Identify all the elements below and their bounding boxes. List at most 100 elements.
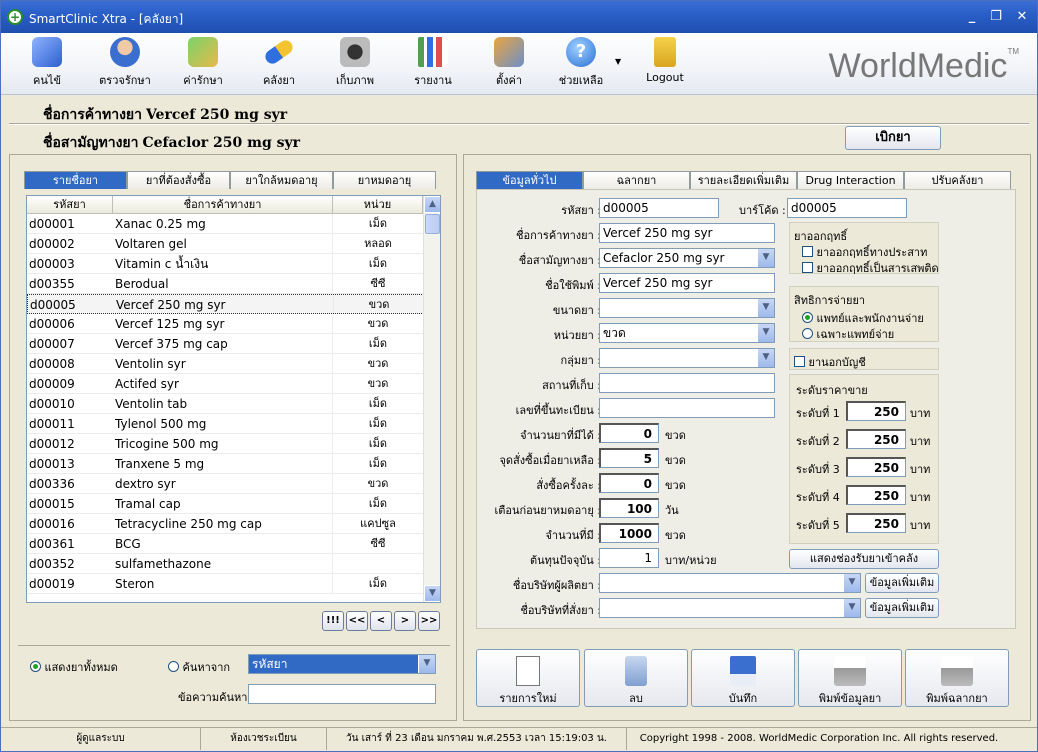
table-row[interactable]: d00012 Tricogine 500 mg เม็ด [27, 434, 440, 454]
cell-code: d00008 [29, 357, 75, 371]
toolbar-report-button[interactable]: รายงาน [401, 37, 465, 93]
registration-input[interactable] [599, 398, 775, 418]
reorder-input[interactable]: 5 [599, 448, 659, 468]
price-level-input[interactable]: 250 [846, 513, 906, 533]
search-text-input[interactable] [248, 684, 436, 704]
price-level-input[interactable]: 250 [846, 429, 906, 449]
chevron-down-icon[interactable]: ▼ [757, 324, 774, 342]
table-row[interactable]: d00001 Xanac 0.25 mg เม็ด [27, 214, 440, 234]
table-row[interactable]: d00002 Voltaren gel หลอด [27, 234, 440, 254]
table-row[interactable]: d00010 Ventolin tab เม็ด [27, 394, 440, 414]
save-button[interactable]: บันทึก [691, 649, 795, 707]
toolbar-logout-button[interactable]: Logout [633, 37, 697, 93]
print-info-button[interactable]: พิมพ์ข้อมูลยา [798, 649, 902, 707]
toolbar-photo-button[interactable]: เก็บภาพ [323, 37, 387, 93]
toolbar-pharmacy-button[interactable]: คลังยา [247, 37, 311, 93]
maker-select[interactable]: ▼ [599, 573, 861, 593]
table-row[interactable]: d00361 BCG ซีซี [27, 534, 440, 554]
scroll-down-icon[interactable]: ▼ [424, 585, 440, 602]
unit-select[interactable]: ขวด ▼ [599, 323, 775, 343]
nav-mark-button[interactable]: !!! [322, 611, 344, 631]
qty-input[interactable]: 0 [599, 423, 659, 443]
tab-to-order[interactable]: ยาที่ต้องสั่งซื้อ [127, 171, 230, 189]
scroll-thumb[interactable] [425, 214, 440, 234]
dispense-button[interactable]: เบิกยา [845, 126, 941, 150]
chevron-down-icon[interactable]: ▼ [757, 249, 774, 267]
search-from-radio[interactable]: ค้นหาจาก [168, 658, 230, 676]
nav-prev-button[interactable]: < [370, 611, 392, 631]
price-level-input[interactable]: 250 [846, 457, 906, 477]
minimize-icon[interactable]: _ [963, 9, 981, 24]
chevron-down-icon[interactable]: ▼ [843, 599, 860, 617]
addictive-checkbox[interactable]: ยาออกฤทธิ์เป็นสารเสพติด [802, 259, 939, 277]
table-row[interactable]: d00011 Tylenol 500 mg เม็ด [27, 414, 440, 434]
trade-name-input[interactable]: Vercef 250 mg syr [599, 223, 775, 243]
tab-general[interactable]: ข้อมูลทั่วไป [476, 171, 583, 189]
chevron-down-icon[interactable]: ▼ [757, 349, 774, 367]
dealer-select[interactable]: ▼ [599, 598, 861, 618]
table-row[interactable]: d00013 Tranxene 5 mg เม็ด [27, 454, 440, 474]
column-trade-name[interactable]: ชื่อการค้าทางยา [113, 196, 333, 213]
table-row[interactable]: d00352 sulfamethazone [27, 554, 440, 574]
chevron-down-icon[interactable]: ▼ [757, 299, 774, 317]
nav-first-button[interactable]: << [346, 611, 368, 631]
table-row[interactable]: d00009 Actifed syr ขวด [27, 374, 440, 394]
table-row[interactable]: d00355 Berodual ซีซี [27, 274, 440, 294]
tab-near-expire[interactable]: ยาใกล้หมดอายุ [230, 171, 333, 189]
size-select[interactable]: ▼ [599, 298, 775, 318]
table-row[interactable]: d00336 dextro syr ขวด [27, 474, 440, 494]
code-input[interactable]: d00005 [599, 198, 719, 218]
column-unit[interactable]: หน่วย [333, 196, 423, 213]
tab-adjust-stock[interactable]: ปรับคลังยา [904, 171, 1011, 189]
chevron-down-icon[interactable]: ▼ [418, 655, 435, 673]
table-row[interactable]: d00003 Vitamin c น้ำเงิน เม็ด [27, 254, 440, 274]
toolbar-settings-button[interactable]: ตั้งค่า [477, 37, 541, 93]
delete-button[interactable]: ลบ [584, 649, 688, 707]
nav-last-button[interactable]: >> [418, 611, 440, 631]
toolbar-fee-button[interactable]: ค่ารักษา [171, 37, 235, 93]
tab-details[interactable]: รายละเอียดเพิ่มเติม [690, 171, 797, 189]
expire-warn-input[interactable]: 100 [599, 498, 659, 518]
toolbar-help-button[interactable]: ? ช่วยเหลือ [549, 37, 613, 93]
close-icon[interactable]: ✕ [1013, 9, 1031, 24]
column-code[interactable]: รหัสยา [27, 196, 113, 213]
group-select[interactable]: ▼ [599, 348, 775, 368]
table-row[interactable]: d00005 Vercef 250 mg syr ขวด [27, 294, 440, 314]
tab-drug-interaction[interactable]: Drug Interaction [797, 171, 904, 189]
help-dropdown-icon[interactable]: ▼ [615, 57, 621, 66]
new-item-button[interactable]: รายการใหม่ [476, 649, 580, 707]
maker-more-button[interactable]: ข้อมูลเพิ่มเติม [865, 573, 939, 593]
table-row[interactable]: d00016 Tetracycline 250 mg cap แคปซูล [27, 514, 440, 534]
search-field-select[interactable]: รหัสยา ▼ [248, 654, 436, 674]
barcode-input[interactable]: d00005 [787, 198, 907, 218]
table-row[interactable]: d00006 Vercef 125 mg syr ขวด [27, 314, 440, 334]
table-row[interactable]: d00007 Vercef 375 mg cap เม็ด [27, 334, 440, 354]
nav-next-button[interactable]: > [394, 611, 416, 631]
table-row[interactable]: d00019 Steron เม็ด [27, 574, 440, 594]
table-row[interactable]: d00008 Ventolin syr ขวด [27, 354, 440, 374]
tab-expired[interactable]: ยาหมดอายุ [333, 171, 436, 189]
price-level-input[interactable]: 250 [846, 485, 906, 505]
toolbar-examine-button[interactable]: ตรวจรักษา [93, 37, 157, 93]
tab-label[interactable]: ฉลากยา [583, 171, 690, 189]
dealer-more-button[interactable]: ข้อมูลเพิ่มเติม [865, 598, 939, 618]
chevron-down-icon[interactable]: ▼ [843, 574, 860, 592]
list-scrollbar[interactable]: ▲ ▼ [423, 196, 440, 602]
off-list-checkbox[interactable]: ยานอกบัญชี [794, 353, 866, 371]
cost-input[interactable]: 1 [599, 548, 659, 568]
restore-icon[interactable]: ❐ [987, 9, 1005, 24]
print-name-input[interactable]: Vercef 250 mg syr [599, 273, 775, 293]
tab-drug-list[interactable]: รายชื่อยา [24, 171, 127, 189]
show-all-radio[interactable]: แสดงยาทั้งหมด [30, 658, 118, 676]
price-level-input[interactable]: 250 [846, 401, 906, 421]
generic-name-select[interactable]: Cefaclor 250 mg syr ▼ [599, 248, 775, 268]
have-input[interactable]: 1000 [599, 523, 659, 543]
table-row[interactable]: d00015 Tramal cap เม็ด [27, 494, 440, 514]
show-receive-button[interactable]: แสดงช่องรับยาเข้าคลัง [789, 549, 939, 569]
toolbar-patient-button[interactable]: คนไข้ [15, 37, 79, 93]
scroll-up-icon[interactable]: ▲ [424, 196, 440, 213]
print-label-button[interactable]: พิมพ์ฉลากยา [905, 649, 1009, 707]
doctor-only-radio[interactable]: เฉพาะแพทย์จ่าย [802, 325, 894, 343]
order-input[interactable]: 0 [599, 473, 659, 493]
location-input[interactable] [599, 373, 775, 393]
